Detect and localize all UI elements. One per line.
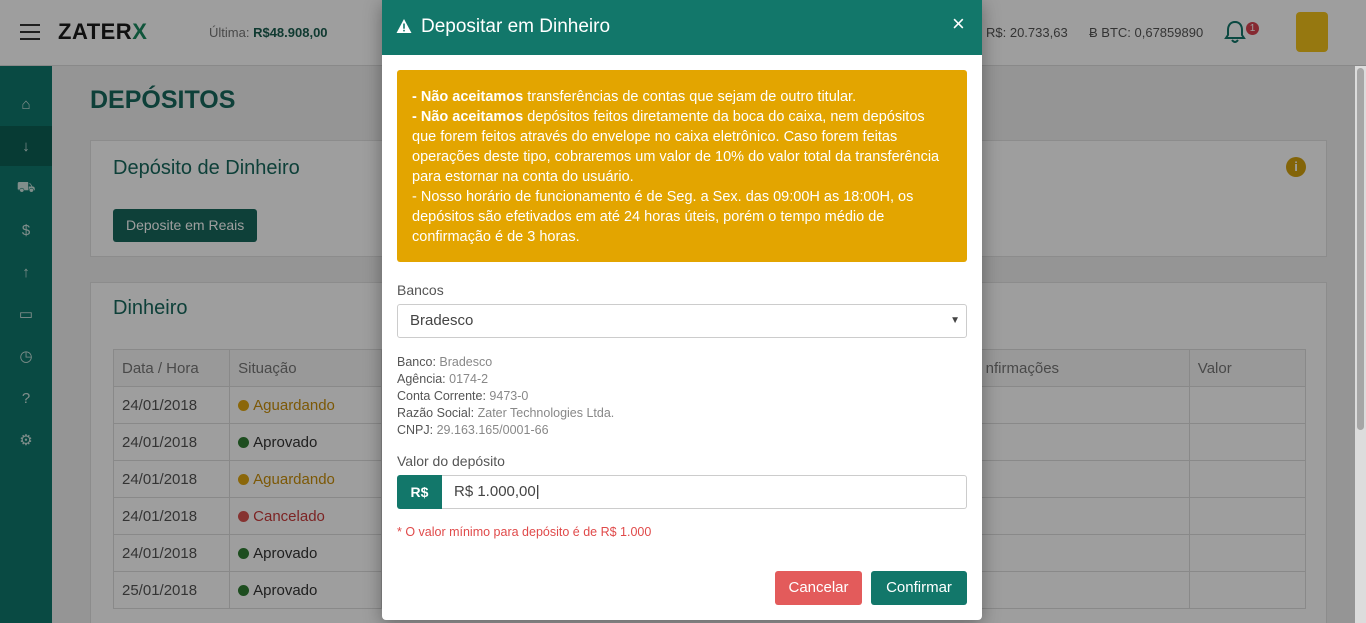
amount-input[interactable]: R$ 1.000,00|	[442, 475, 967, 509]
amount-input-group: R$ R$ 1.000,00|	[397, 475, 967, 509]
company-row: Razão Social: Zater Technologies Ltda.	[397, 405, 614, 422]
info-key: Razão Social:	[397, 406, 475, 420]
deposit-modal: Depositar em Dinheiro × - Não aceitamos …	[382, 0, 982, 620]
currency-addon: R$	[397, 475, 442, 509]
amount-value: R$ 1.000,00	[454, 483, 536, 500]
cnpj-row: CNPJ: 29.163.165/0001-66	[397, 422, 614, 439]
info-value: 29.163.165/0001-66	[436, 423, 549, 437]
alert-line: - Nosso horário de funcionamento é de Se…	[412, 189, 914, 245]
caret-down-icon: ▼	[950, 315, 960, 326]
info-value: 0174-2	[449, 372, 489, 386]
min-amount-hint: * O valor mínimo para depósito é de R$ 1…	[397, 525, 652, 539]
alert-bold: - Não aceitamos	[412, 89, 524, 105]
alert-line: - Não aceitamos transferências de contas…	[412, 87, 952, 107]
bank-row: Banco: Bradesco	[397, 354, 614, 371]
agency-row: Agência: 0174-2	[397, 371, 614, 388]
warning-alert: - Não aceitamos transferências de contas…	[397, 70, 967, 262]
cancel-button[interactable]: Cancelar	[775, 571, 862, 605]
account-row: Conta Corrente: 9473-0	[397, 388, 614, 405]
confirm-button[interactable]: Confirmar	[871, 571, 967, 605]
info-value: Zater Technologies Ltda.	[477, 406, 615, 420]
info-key: CNPJ:	[397, 423, 434, 437]
info-value: 9473-0	[489, 389, 529, 403]
alert-line: - Não aceitamos depósitos feitos diretam…	[412, 107, 952, 187]
info-key: Agência:	[397, 372, 446, 386]
info-key: Banco:	[397, 355, 436, 369]
alert-bold: - Não aceitamos	[412, 109, 524, 125]
alert-text: transferências de contas que sejam de ou…	[523, 89, 857, 105]
modal-title: Depositar em Dinheiro	[421, 16, 611, 37]
modal-header: Depositar em Dinheiro ×	[382, 0, 982, 55]
scrollbar-thumb[interactable]	[1357, 68, 1364, 430]
bank-select-value: Bradesco	[410, 312, 474, 329]
bank-select[interactable]: Bradesco ▼	[397, 304, 967, 338]
info-value: Bradesco	[439, 355, 493, 369]
banks-label: Bancos	[397, 282, 444, 298]
info-key: Conta Corrente:	[397, 389, 486, 403]
close-icon[interactable]: ×	[952, 11, 965, 37]
warning-icon	[396, 19, 412, 33]
bank-info: Banco: Bradesco Agência: 0174-2 Conta Co…	[397, 354, 614, 439]
amount-label: Valor do depósito	[397, 453, 505, 469]
